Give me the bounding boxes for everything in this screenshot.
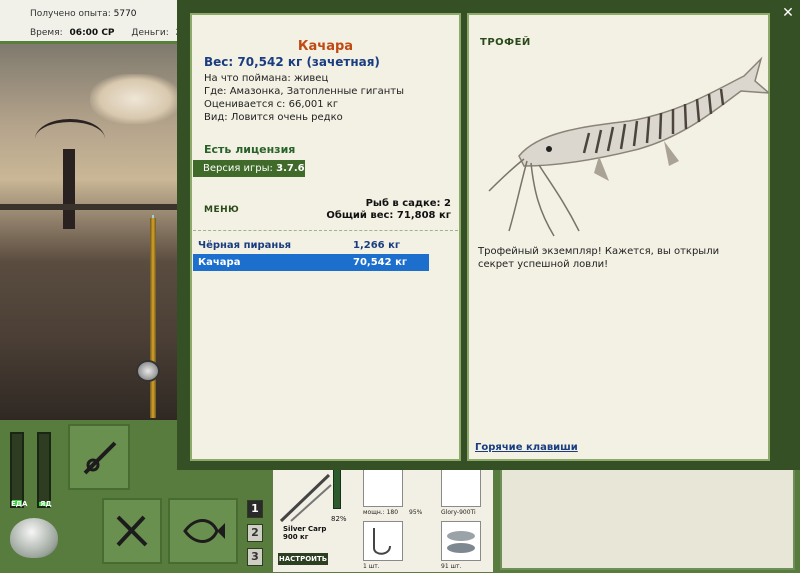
divider — [193, 230, 458, 231]
tackle-panel: 82% Silver Carp 900 кг НАСТРОИТЬ мощн.: … — [272, 466, 494, 573]
dead-tree-trunk — [63, 149, 75, 229]
tune-button[interactable]: НАСТРОИТЬ — [278, 553, 328, 565]
catfish-image — [488, 56, 769, 237]
hook-icon — [373, 528, 391, 555]
fork-knife-icon — [116, 515, 148, 547]
fishing-scene — [0, 44, 190, 420]
line-wear-bar — [333, 469, 341, 509]
catch-row-1[interactable]: Чёрная пиранья 1,266 кг — [193, 237, 429, 254]
xp-readout: Получено опыта: 5770 — [30, 9, 137, 19]
trophy-panel: ТРОФЕЙ Трофейный экземпляр! Кажется, вы … — [467, 13, 770, 461]
xp-label: Получено опыта: — [30, 9, 111, 19]
catch-name: Чёрная пиранья — [198, 240, 292, 251]
keepnet-count: Рыб в садке: 2 — [365, 198, 451, 209]
horizon-line — [0, 204, 190, 210]
clouds — [90, 74, 180, 124]
line-name: Silver Carp 900 кг — [283, 525, 326, 541]
license-status: Есть лицензия — [204, 143, 296, 156]
catch-details-panel: Качара Вес: 70,542 кг (зачетная) На что … — [190, 13, 461, 461]
slot-tab-2[interactable]: 2 — [247, 524, 263, 542]
hook-slot[interactable] — [363, 521, 403, 561]
slot-tab-3[interactable]: 3 — [247, 548, 263, 566]
location-detail: Где: Амазонка, Затопленные гиганты — [204, 86, 404, 97]
poison-gauge — [37, 432, 51, 508]
time-value: 06:00 СР — [69, 28, 115, 38]
hud-topbar: Получено опыта: 5770 Время: 06:00 СР Ден… — [0, 0, 190, 44]
reel-icon[interactable] — [136, 360, 160, 382]
rod-tile-button[interactable] — [68, 424, 130, 490]
rod-name: Glory-900Ti — [441, 509, 476, 516]
rod-assembly-icon — [279, 473, 332, 523]
bait-slot[interactable] — [441, 521, 481, 561]
time-label: Время: — [30, 28, 63, 38]
catch-weight: 1,266 кг — [353, 240, 401, 251]
version-badge: Версия игры: 3.7.6 — [193, 160, 305, 177]
version-value: 3.7.6 — [276, 163, 305, 174]
catch-name: Качара — [198, 257, 241, 268]
reel-power: мощн.: 180 — [363, 509, 399, 516]
trophy-message: Трофейный экземпляр! Кажется, вы открыли… — [478, 246, 720, 270]
version-label: Версия игры: — [203, 163, 273, 174]
line-strength-text: 900 кг — [283, 533, 309, 541]
xp-value: 5770 — [113, 9, 137, 19]
keepnet-stats: Рыб в садке: 2 Общий вес: 71,808 кг — [326, 198, 451, 222]
reel-wear: 95% — [409, 509, 423, 516]
catch-weight: 70,542 кг — [353, 257, 408, 268]
hook-count: 1 шт. — [363, 563, 380, 570]
rod-slot[interactable] — [441, 467, 481, 507]
fishing-rod — [150, 218, 156, 418]
fish-weight: Вес: 70,542 кг (зачетная) — [204, 55, 380, 69]
poison-label: ЯД — [40, 500, 52, 508]
close-icon[interactable]: ✕ — [779, 4, 797, 22]
eat-button[interactable] — [102, 498, 162, 564]
food-label: ЕДА — [11, 500, 28, 508]
line-name-text: Silver Carp — [283, 525, 327, 533]
slot-tab-1[interactable]: 1 — [247, 500, 263, 518]
food-pot-icon[interactable] — [10, 518, 58, 558]
time-money-readout: Время: 06:00 СР Деньги: 31 — [30, 28, 188, 38]
rod-icon — [83, 441, 117, 475]
empty-info-panel — [500, 466, 795, 570]
food-gauge — [10, 432, 24, 508]
fish-icon — [183, 519, 225, 543]
keepnet-total-weight: Общий вес: 71,808 кг — [326, 210, 451, 221]
fish-catalog-button[interactable] — [168, 498, 238, 564]
baitfish-icon — [447, 531, 475, 553]
bait-count: 91 шт. — [441, 563, 462, 570]
line-wear-pct: 82% — [331, 515, 347, 523]
rarity-detail: Вид: Ловится очень редко — [204, 112, 343, 123]
money-label: Деньги: — [131, 28, 169, 38]
bait-detail: На что поймана: живец — [204, 73, 329, 84]
menu-button[interactable]: МЕНЮ — [204, 205, 239, 215]
hotkeys-link[interactable]: Горячие клавиши — [475, 442, 578, 453]
estimate-detail: Оценивается с: 66,001 кг — [204, 99, 339, 110]
reel-slot[interactable] — [363, 467, 403, 507]
fish-name: Качара — [297, 39, 354, 54]
catch-row-2[interactable]: Качара 70,542 кг — [193, 254, 429, 271]
